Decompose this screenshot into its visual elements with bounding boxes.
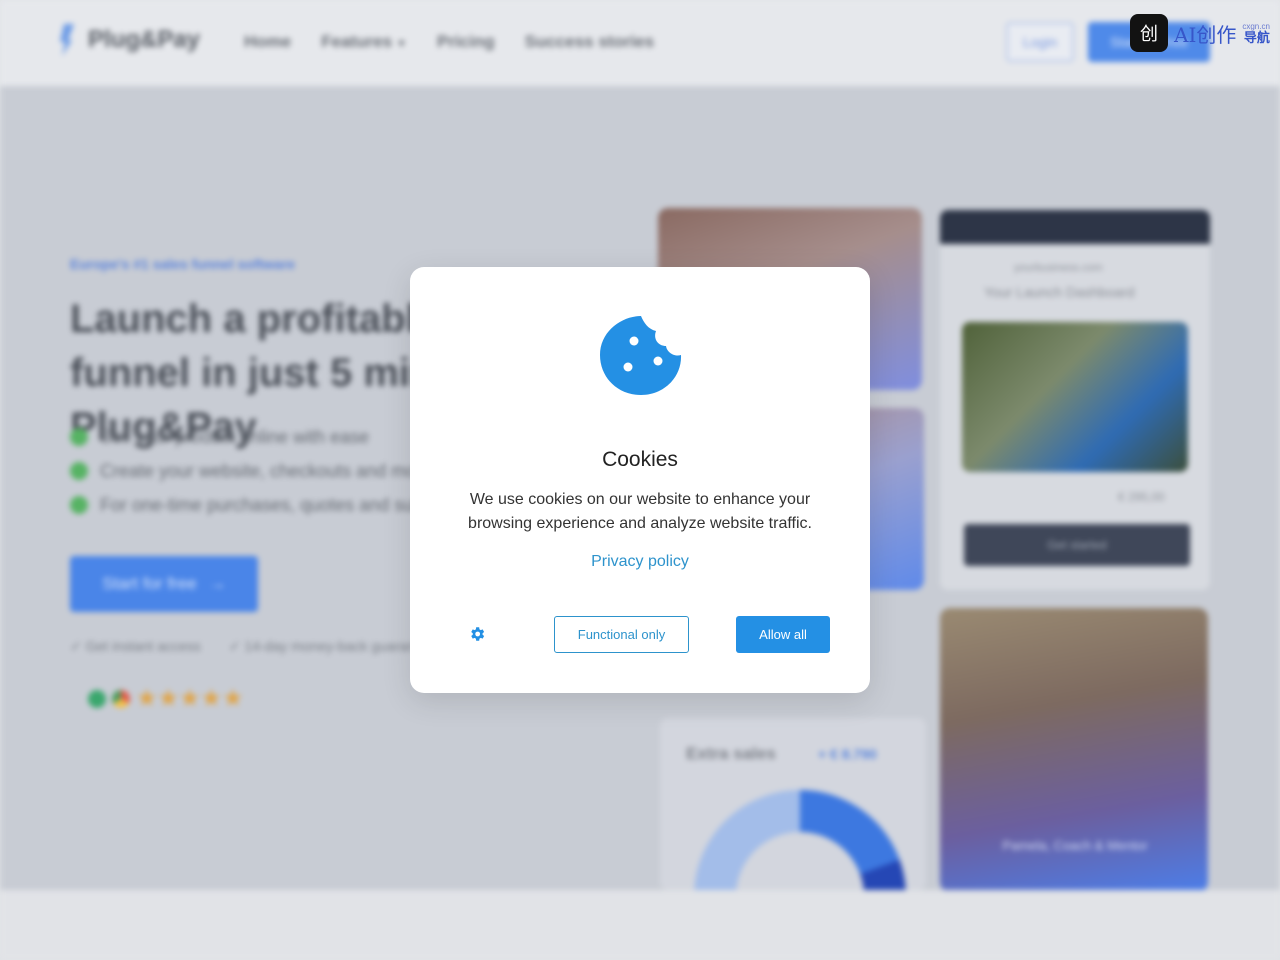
- chart-card-value: + € 8.790: [818, 746, 877, 762]
- cookie-consent-modal: Cookies We use cookies on our website to…: [410, 267, 870, 693]
- nav-features-label: Features: [321, 32, 393, 51]
- browser-url: yourbusiness.com: [1014, 262, 1103, 274]
- rating-row: ★★★★★: [88, 684, 244, 713]
- check-circle-icon: [70, 496, 88, 514]
- brand-name[interactable]: Plug&Pay: [88, 26, 200, 54]
- nav-success-stories[interactable]: Success stories: [525, 32, 654, 52]
- nav-features[interactable]: Features ▼: [321, 32, 407, 52]
- google-icon: [112, 689, 130, 708]
- check-circle-icon: [70, 462, 88, 480]
- watermark-text: AI创作: [1174, 22, 1237, 47]
- browser-bar: [940, 210, 1210, 244]
- nav-home[interactable]: Home: [244, 32, 291, 52]
- check-money-back: ✓ 14-day money-back guarantee: [228, 638, 435, 654]
- check-circle-icon: [70, 428, 88, 446]
- main-nav: Home Features ▼ Pricing Success stories: [244, 32, 654, 52]
- cookie-icon: [600, 316, 682, 395]
- testimonial-caption: Pamela, Coach & Mentor: [1002, 838, 1148, 853]
- nav-pricing[interactable]: Pricing: [437, 32, 495, 52]
- watermark-badge: 创 AI创作 cxgn.cn 导航: [1130, 14, 1270, 52]
- review-badge-icon: [88, 689, 106, 708]
- bullet-text: Sell your product online with ease: [100, 426, 370, 447]
- chevron-down-icon: ▼: [396, 38, 407, 50]
- browser-photo: [962, 322, 1188, 472]
- check-instant-access: ✓ Get instant access: [70, 638, 201, 654]
- hero-checks: ✓ Get instant access ✓ 14-day money-back…: [70, 638, 434, 655]
- watermark-nav: 导航: [1243, 31, 1270, 46]
- cta-label: Start for free: [102, 574, 197, 593]
- bullet-text: Create your website, checkouts and more: [100, 460, 433, 481]
- modal-title: Cookies: [602, 448, 678, 471]
- chart-card-title: Extra sales: [686, 744, 776, 763]
- watermark-logo-icon: 创: [1130, 14, 1168, 52]
- star-rating: ★★★★★: [136, 685, 244, 712]
- modal-description: We use cookies on our website to enhance…: [468, 491, 812, 532]
- page-bottom: [0, 890, 1280, 960]
- top-navbar: Plug&Pay Home Features ▼ Pricing Success …: [0, 0, 1280, 86]
- browser-get-started-button: Get started: [964, 524, 1190, 566]
- arrow-right-icon: →: [208, 574, 226, 593]
- hero-eyebrow: Europe's #1 sales funnel software: [70, 256, 296, 272]
- browser-tagline: Your Launch Dashboard: [984, 284, 1135, 300]
- privacy-policy-link[interactable]: Privacy policy: [410, 553, 870, 571]
- functional-only-button[interactable]: Functional only: [554, 616, 689, 653]
- browser-price: € 295,00: [1118, 490, 1165, 504]
- watermark-sub: cxgn.cn 导航: [1242, 21, 1270, 45]
- login-button[interactable]: Login: [1006, 22, 1074, 62]
- start-free-hero-button[interactable]: Start for free →: [70, 556, 258, 612]
- plugpay-logo-icon: [60, 24, 74, 56]
- allow-all-button[interactable]: Allow all: [736, 616, 830, 653]
- gear-icon[interactable]: [468, 625, 486, 643]
